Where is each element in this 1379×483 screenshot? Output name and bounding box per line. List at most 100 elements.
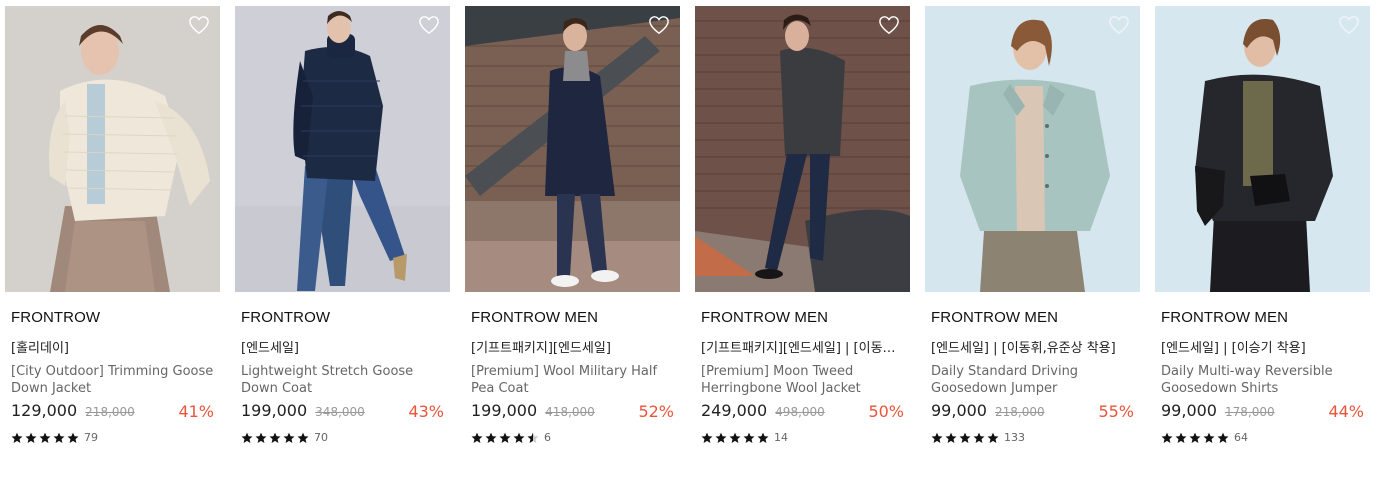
brand-name[interactable]: FRONTROW MEN (695, 309, 910, 326)
star-filled-icon (743, 432, 755, 443)
sale-price: 99,000 (1161, 401, 1217, 420)
star-filled-icon (25, 432, 37, 443)
product-name[interactable]: [Premium] Moon Tweed Herringbone Wool Ja… (695, 363, 907, 397)
product-tags: [엔드세일] | [이동휘,유준상 착용] (931, 341, 1116, 356)
star-filled-icon (701, 432, 713, 443)
star-filled-icon (485, 432, 497, 443)
discount-rate: 41% (178, 402, 214, 421)
star-filled-icon (269, 432, 281, 443)
star-filled-icon (513, 432, 525, 443)
sale-price: 249,000 (701, 401, 768, 420)
star-filled-icon (1175, 432, 1187, 443)
star-filled-icon (1217, 432, 1229, 443)
product-card[interactable]: FRONTROW MEN [기프트패키지][엔드세일] [Premium] Wo… (465, 6, 680, 447)
star-filled-icon (1203, 432, 1215, 443)
brand-name[interactable]: FRONTROW (235, 309, 450, 326)
heart-icon[interactable] (648, 15, 670, 35)
discount-rate: 55% (1098, 402, 1134, 421)
original-price: 348,000 (315, 405, 365, 419)
original-price: 498,000 (775, 405, 825, 419)
heart-icon[interactable] (1338, 15, 1360, 35)
product-name[interactable]: Daily Multi-way Reversible Goosedown Shi… (1155, 363, 1367, 397)
product-card[interactable]: FRONTROW [홀리데이] [City Outdoor] Trimming … (5, 6, 220, 447)
product-image[interactable] (5, 6, 220, 292)
discount-rate: 52% (638, 402, 674, 421)
sale-price: 129,000 (11, 401, 78, 420)
rating: 6 (465, 431, 680, 447)
original-price: 178,000 (1224, 405, 1275, 419)
sale-price: 99,000 (931, 401, 987, 420)
product-card[interactable]: FRONTROW MEN [기프트패키지][엔드세일] | [이동… [Prem… (695, 6, 910, 447)
product-card[interactable]: FRONTROW MEN [엔드세일] | [이승기 착용] Daily Mul… (1155, 6, 1370, 447)
star-filled-icon (987, 432, 999, 443)
star-filled-icon (39, 432, 51, 443)
star-rating (701, 432, 771, 444)
star-filled-icon (757, 432, 769, 443)
rating: 133 (925, 431, 1140, 447)
product-image[interactable] (235, 6, 450, 292)
star-rating (1161, 432, 1231, 444)
product-image[interactable] (925, 6, 1140, 292)
product-name[interactable]: [Premium] Wool Military Half Pea Coat (465, 363, 677, 397)
product-name[interactable]: Lightweight Stretch Goose Down Coat (235, 363, 447, 397)
brand-name[interactable]: FRONTROW MEN (925, 309, 1140, 326)
star-filled-icon (729, 432, 741, 443)
review-count: 133 (1004, 431, 1025, 444)
product-card[interactable]: FRONTROW MEN [엔드세일] | [이동휘,유준상 착용] Daily… (925, 6, 1140, 447)
brand-name[interactable]: FRONTROW (5, 309, 220, 326)
star-filled-icon (931, 432, 943, 443)
discount-rate: 43% (408, 402, 444, 421)
original-price: 418,000 (545, 405, 595, 419)
sale-price: 199,000 (471, 401, 538, 420)
product-image[interactable] (1155, 6, 1370, 292)
star-rating (471, 432, 541, 444)
star-filled-icon (53, 432, 65, 443)
star-rating (241, 432, 311, 444)
star-filled-icon (715, 432, 727, 443)
price-row: 99,000 218,000 55% (925, 401, 1140, 425)
star-filled-icon (255, 432, 267, 443)
product-image[interactable] (695, 6, 910, 292)
brand-name[interactable]: FRONTROW MEN (1155, 309, 1370, 326)
star-filled-icon (1189, 432, 1201, 443)
star-filled-icon (283, 432, 295, 443)
rating: 14 (695, 431, 910, 447)
star-half-icon (527, 432, 539, 443)
price-row: 199,000 418,000 52% (465, 401, 680, 425)
product-tags: [엔드세일] (241, 341, 299, 356)
brand-name[interactable]: FRONTROW MEN (465, 309, 680, 326)
discount-rate: 44% (1328, 402, 1364, 421)
review-count: 70 (314, 431, 328, 444)
star-filled-icon (471, 432, 483, 443)
price-row: 129,000 218,000 41% (5, 401, 220, 425)
price-row: 99,000 178,000 44% (1155, 401, 1370, 425)
original-price: 218,000 (85, 405, 135, 419)
product-tags: [기프트패키지][엔드세일] (471, 341, 611, 356)
product-card[interactable]: FRONTROW [엔드세일] Lightweight Stretch Goos… (235, 6, 450, 447)
review-count: 64 (1234, 431, 1248, 444)
star-filled-icon (241, 432, 253, 443)
discount-rate: 50% (868, 402, 904, 421)
heart-icon[interactable] (1108, 15, 1130, 35)
rating: 64 (1155, 431, 1370, 447)
heart-icon[interactable] (418, 15, 440, 35)
sale-price: 199,000 (241, 401, 308, 420)
product-name[interactable]: Daily Standard Driving Goosedown Jumper (925, 363, 1137, 397)
star-filled-icon (973, 432, 985, 443)
product-grid: FRONTROW [홀리데이] [City Outdoor] Trimming … (0, 0, 1379, 483)
star-filled-icon (297, 432, 309, 443)
rating: 70 (235, 431, 450, 447)
product-image[interactable] (465, 6, 680, 292)
star-rating (11, 432, 81, 444)
price-row: 199,000 348,000 43% (235, 401, 450, 425)
star-filled-icon (11, 432, 23, 443)
rating: 79 (5, 431, 220, 447)
product-tags: [기프트패키지][엔드세일] | [이동… (701, 341, 896, 356)
heart-icon[interactable] (878, 15, 900, 35)
star-filled-icon (67, 432, 79, 443)
star-filled-icon (959, 432, 971, 443)
product-name[interactable]: [City Outdoor] Trimming Goose Down Jacke… (5, 363, 217, 397)
price-row: 249,000 498,000 50% (695, 401, 910, 425)
star-rating (931, 432, 1001, 444)
heart-icon[interactable] (188, 15, 210, 35)
